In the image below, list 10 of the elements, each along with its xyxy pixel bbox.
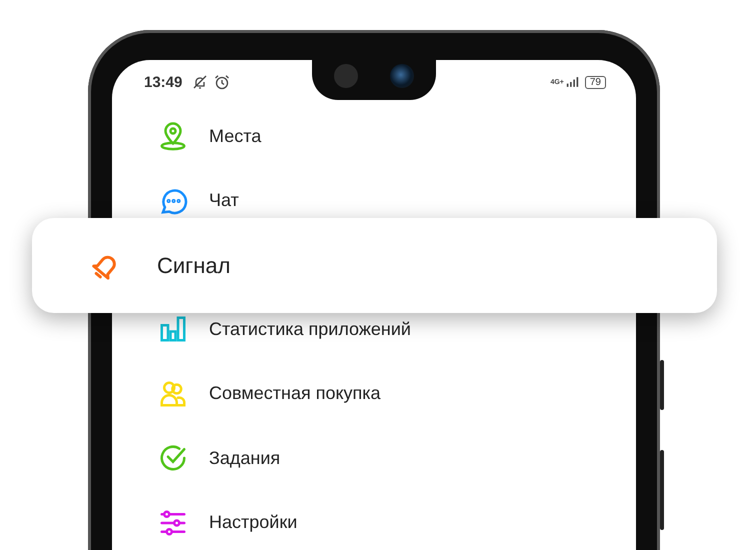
signal-icon bbox=[566, 77, 579, 87]
alarm-clock-icon bbox=[214, 74, 230, 90]
battery-level: 79 bbox=[584, 76, 606, 88]
menu-item[interactable]: Места bbox=[158, 104, 636, 168]
alarm-menu-card[interactable]: Сигнал bbox=[32, 218, 717, 313]
menu-item[interactable]: Задания bbox=[158, 426, 636, 490]
menu-item[interactable]: Настройки bbox=[158, 490, 636, 550]
bell-off-icon bbox=[192, 74, 208, 90]
menu-item[interactable]: Совместная покупка bbox=[158, 362, 636, 426]
status-time: 13:49 bbox=[144, 74, 182, 90]
